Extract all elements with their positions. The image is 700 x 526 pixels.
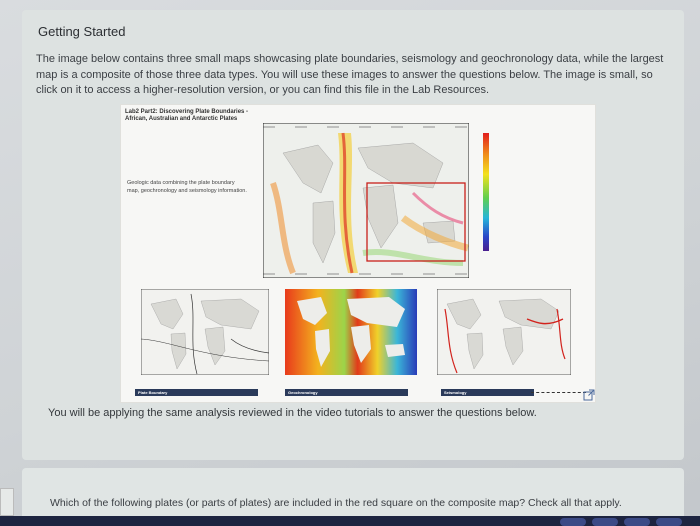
taskbar-item[interactable] xyxy=(560,518,586,526)
intro-paragraph: The image below contains three small map… xyxy=(36,53,664,96)
seismology-map xyxy=(437,289,571,375)
left-panel-edge xyxy=(0,488,14,516)
plate-boundary-map xyxy=(141,289,269,375)
geochronology-map xyxy=(285,289,417,375)
caption-text: You will be applying the same analysis r… xyxy=(48,407,537,419)
plate-boundary-label: Plate Boundary xyxy=(135,389,258,396)
lab-image-title: Lab2 Part2: Discovering Plate Boundaries… xyxy=(125,109,265,123)
lab-image-description: Geologic data combining the plate bounda… xyxy=(127,180,247,194)
geochronology-label: Geochronology xyxy=(285,389,408,396)
question-text: Which of the following plates (or parts … xyxy=(50,497,622,509)
composite-map xyxy=(263,123,469,278)
taskbar-item[interactable] xyxy=(624,518,650,526)
external-link-icon[interactable] xyxy=(583,388,595,401)
seismology-label: Seismology xyxy=(441,389,534,396)
taskbar-item[interactable] xyxy=(656,518,682,526)
page-title: Getting Started xyxy=(38,24,126,39)
taskbar-item[interactable] xyxy=(592,518,618,526)
taskbar xyxy=(0,516,700,526)
colorbar xyxy=(483,133,489,251)
divider xyxy=(531,392,586,393)
lab-image-title-line1: Lab2 Part2: Discovering Plate Boundaries… xyxy=(125,109,249,115)
lab-image[interactable]: Lab2 Part2: Discovering Plate Boundaries… xyxy=(120,104,596,403)
lab-image-title-line2: African, Australian and Antarctic Plates xyxy=(125,116,238,122)
